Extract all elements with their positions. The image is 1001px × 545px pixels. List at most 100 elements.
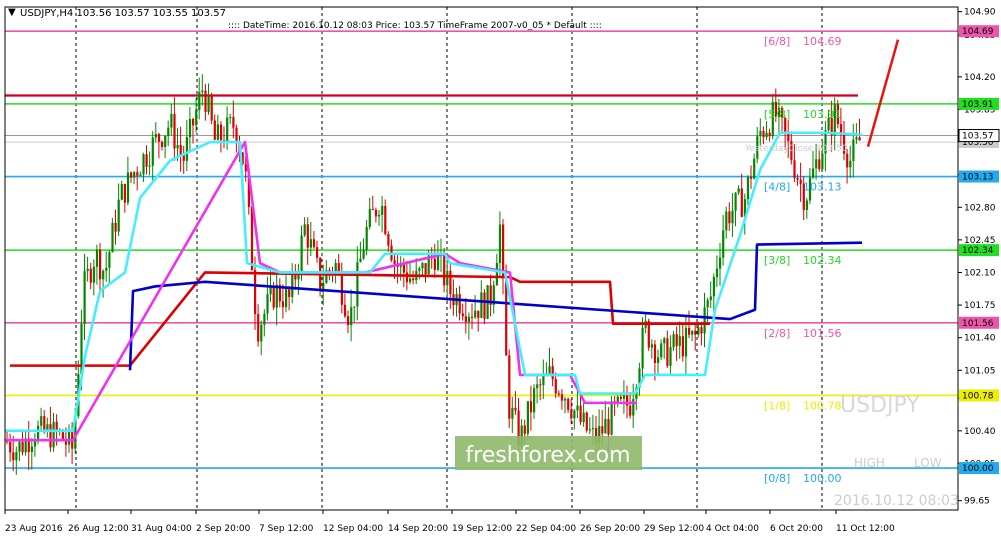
candle-body bbox=[449, 270, 452, 295]
candle-body bbox=[855, 137, 858, 140]
candle-body bbox=[309, 239, 312, 248]
candle-body bbox=[471, 316, 474, 318]
candle-body bbox=[185, 137, 188, 161]
candle-body bbox=[610, 401, 613, 435]
candle-body bbox=[294, 274, 297, 280]
candle-body bbox=[33, 441, 37, 447]
candle-body bbox=[226, 117, 229, 143]
candle-body bbox=[154, 133, 157, 138]
candle-body bbox=[167, 127, 170, 136]
candle-body bbox=[672, 334, 675, 348]
y-tick-label: 104.20 bbox=[964, 73, 996, 83]
murrey-level-price: 104.69 bbox=[803, 35, 842, 48]
price-axis-badge-text: 100.00 bbox=[962, 464, 994, 474]
candle-body bbox=[362, 249, 365, 259]
candle-body bbox=[694, 330, 697, 335]
candle-body bbox=[92, 266, 95, 283]
candle-body bbox=[368, 208, 371, 227]
price-axis-badge-text: 103.91 bbox=[962, 100, 994, 110]
candle-body bbox=[102, 270, 105, 280]
candle-body bbox=[384, 206, 387, 234]
price-axis-badge-text: 102.34 bbox=[962, 246, 994, 256]
candle-body bbox=[266, 294, 269, 314]
candle-body bbox=[480, 292, 483, 318]
y-tick-label: 102.80 bbox=[964, 203, 996, 213]
candle-body bbox=[660, 343, 663, 358]
candle-body bbox=[663, 338, 666, 344]
info-header: :::: DateTime: 2016.10.12 08:03 Price: 1… bbox=[228, 21, 602, 31]
candle-body bbox=[588, 429, 591, 431]
candle-body bbox=[573, 410, 576, 419]
candlestick-chart[interactable]: [6/8] 104.69 [5/8] 103.91 [4/8] 103.13 [3/8] 10… bbox=[0, 0, 1001, 541]
candle-body bbox=[734, 192, 737, 211]
candle-body bbox=[759, 130, 762, 137]
candle-body bbox=[40, 416, 43, 426]
candle-body bbox=[498, 224, 502, 264]
candle-body bbox=[343, 304, 347, 317]
candle-body bbox=[337, 263, 340, 272]
candle-body bbox=[176, 144, 179, 149]
candle-body bbox=[576, 405, 579, 411]
candle-body bbox=[393, 260, 396, 264]
candle-body bbox=[715, 268, 719, 278]
candle-body bbox=[675, 334, 678, 346]
candle-body bbox=[12, 452, 15, 461]
candle-body bbox=[359, 258, 362, 263]
collapse-arrow-icon[interactable]: ▼ bbox=[8, 7, 16, 18]
candle-body bbox=[502, 224, 505, 278]
candle-body bbox=[533, 388, 536, 413]
y-tick-label: 102.10 bbox=[964, 268, 996, 278]
candle-body bbox=[799, 179, 802, 184]
candle-body bbox=[443, 253, 446, 286]
murrey-level-label: [1/8] bbox=[764, 399, 790, 412]
x-tick-label: 7 Sep 12:00 bbox=[259, 524, 314, 534]
candle-body bbox=[316, 247, 319, 258]
candle-body bbox=[548, 366, 551, 374]
candle-body bbox=[765, 132, 768, 138]
candle-body bbox=[257, 314, 260, 342]
candle-body bbox=[688, 327, 691, 335]
candle-body bbox=[18, 441, 21, 452]
candle-body bbox=[495, 263, 498, 286]
candle-body bbox=[529, 401, 533, 413]
candle-body bbox=[725, 211, 728, 231]
x-tick-label: 19 Sep 12:00 bbox=[452, 524, 512, 534]
murrey-level-price: 100.78 bbox=[803, 399, 842, 412]
candle-body bbox=[511, 407, 514, 419]
chart-window: [6/8] 104.69 [5/8] 103.91 [4/8] 103.13 [3/8] 10… bbox=[0, 0, 1001, 541]
candle-body bbox=[371, 208, 374, 210]
candle-body bbox=[582, 412, 585, 423]
candle-body bbox=[21, 441, 24, 453]
candle-body bbox=[560, 394, 564, 401]
candle-body bbox=[216, 124, 219, 140]
candle-body bbox=[483, 292, 486, 319]
candle-body bbox=[291, 274, 294, 298]
candle-body bbox=[250, 207, 254, 271]
price-axis-badge-text: 101.56 bbox=[962, 319, 994, 329]
candle-body bbox=[557, 393, 560, 395]
candle-body bbox=[210, 95, 213, 121]
candle-body bbox=[619, 396, 622, 399]
candle-body bbox=[303, 224, 306, 236]
candle-body bbox=[170, 113, 173, 128]
candle-body bbox=[461, 313, 464, 317]
candle-body bbox=[697, 327, 700, 335]
candle-body bbox=[173, 113, 176, 149]
x-tick-label: 26 Aug 12:00 bbox=[68, 524, 129, 534]
candle-body bbox=[554, 379, 557, 394]
candle-body bbox=[130, 172, 133, 178]
watermark-timestamp: 2016.10.12 08:03 bbox=[834, 493, 959, 509]
y-tick-label: 101.75 bbox=[964, 301, 996, 311]
candle-body bbox=[120, 184, 123, 200]
murrey-level-label: [2/8] bbox=[764, 327, 790, 340]
candle-body bbox=[15, 451, 18, 461]
murrey-level-price: 101.56 bbox=[803, 327, 842, 340]
candle-body bbox=[139, 174, 142, 176]
candle-body bbox=[793, 160, 796, 179]
symbol-header: USDJPY,H4 103.56 103.57 103.55 103.57 bbox=[20, 8, 226, 19]
candle-body bbox=[387, 233, 390, 246]
candle-body bbox=[201, 90, 204, 93]
x-tick-label: 2 Sep 20:00 bbox=[196, 524, 251, 534]
candle-body bbox=[514, 407, 517, 411]
candle-body bbox=[657, 357, 660, 363]
